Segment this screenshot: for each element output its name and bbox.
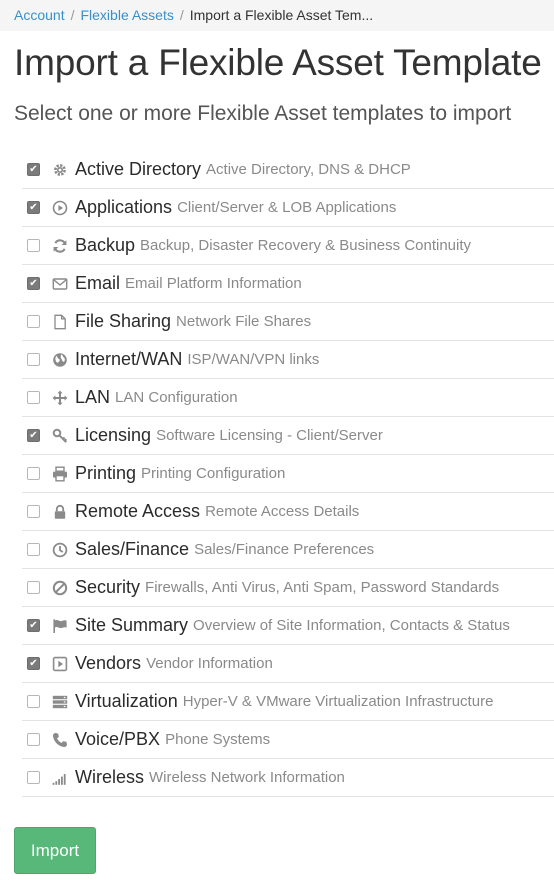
template-name: Wireless — [75, 767, 145, 787]
template-name: LAN — [75, 387, 111, 407]
globe-icon — [51, 351, 69, 369]
template-description: Hyper-V & VMware Virtualization Infrastr… — [182, 693, 494, 710]
template-checkbox[interactable]: ✔ — [27, 581, 40, 594]
signal-bars-icon — [51, 769, 69, 787]
template-name: Sales/Finance — [75, 539, 190, 559]
file-icon — [51, 313, 69, 331]
template-checkbox[interactable]: ✔ — [27, 771, 40, 784]
template-row-vendors[interactable]: ✔ Vendors Vendor Information — [22, 645, 554, 683]
template-row-internet-wan[interactable]: ✔ Internet/WANISP/WAN/VPN links — [22, 341, 554, 379]
template-row-applications[interactable]: ✔ Applications Client/Server & LOB Applica… — [22, 189, 554, 227]
template-name: File Sharing — [75, 311, 172, 331]
template-checkbox[interactable]: ✔ — [27, 277, 40, 290]
template-checkbox[interactable]: ✔ — [27, 505, 40, 518]
envelope-icon — [51, 275, 69, 293]
template-checkbox[interactable]: ✔ — [27, 429, 40, 442]
breadcrumb-account-link[interactable]: Account — [14, 7, 65, 23]
breadcrumb-current: Import a Flexible Asset Tem... — [189, 7, 374, 23]
breadcrumb: Account / Flexible Assets / Import a Flexibl… — [0, 0, 554, 31]
template-name: Vendors — [75, 653, 142, 673]
template-checkbox[interactable]: ✔ — [27, 201, 40, 214]
template-description: Firewalls, Anti Virus, Anti Spam, Passwo… — [145, 579, 500, 596]
template-checkbox[interactable]: ✔ — [27, 619, 40, 632]
template-row-backup[interactable]: ✔ BackupBackup, Disaster Recovery & Busin… — [22, 227, 554, 265]
play-circle-icon — [51, 199, 69, 217]
template-row-printing[interactable]: ✔ PrintingPrinting Configuration — [22, 455, 554, 493]
template-name: Applications — [75, 197, 173, 217]
key-icon — [51, 427, 69, 445]
template-row-sales-finance[interactable]: ✔ Sales/FinanceSales/Finance Preferences — [22, 531, 554, 569]
template-row-lan[interactable]: ✔ LANLAN Configuration — [22, 379, 554, 417]
template-checkbox[interactable]: ✔ — [27, 315, 40, 328]
template-checkbox[interactable]: ✔ — [27, 543, 40, 556]
template-description: LAN Configuration — [115, 389, 238, 406]
gear-icon — [51, 161, 69, 179]
template-description: Backup, Disaster Recovery & Business Con… — [140, 237, 472, 254]
flag-icon — [51, 617, 69, 635]
template-checkbox[interactable]: ✔ — [27, 391, 40, 404]
clock-icon — [51, 541, 69, 559]
breadcrumb-separator: / — [70, 7, 75, 23]
template-description: Active Directory, DNS & DHCP — [206, 161, 411, 178]
template-name: Email — [75, 273, 121, 293]
template-list: ✔ Active Directory Active Directory, DNS &… — [22, 151, 554, 797]
template-row-active-directory[interactable]: ✔ Active Directory Active Directory, DNS &… — [22, 151, 554, 189]
template-name: Voice/PBX — [75, 729, 161, 749]
template-name: Internet/WAN — [75, 349, 183, 369]
template-row-remote-access[interactable]: ✔ Remote AccessRemote Access Details — [22, 493, 554, 531]
template-description: Sales/Finance Preferences — [194, 541, 375, 558]
template-checkbox[interactable]: ✔ — [27, 695, 40, 708]
template-checkbox[interactable]: ✔ — [27, 353, 40, 366]
template-row-file-sharing[interactable]: ✔ File SharingNetwork File Shares — [22, 303, 554, 341]
template-checkbox[interactable]: ✔ — [27, 239, 40, 252]
template-name: Active Directory — [75, 159, 202, 179]
template-checkbox[interactable]: ✔ — [27, 163, 40, 176]
template-description: Network File Shares — [176, 313, 312, 330]
template-description: Client/Server & LOB Applications — [177, 199, 397, 216]
template-description: Software Licensing - Client/Server — [156, 427, 383, 444]
template-description: Remote Access Details — [205, 503, 360, 520]
template-name: Licensing — [75, 425, 152, 445]
printer-icon — [51, 465, 69, 483]
play-square-icon — [51, 655, 69, 673]
template-row-wireless[interactable]: ✔ WirelessWireless Network Information — [22, 759, 554, 797]
template-description: ISP/WAN/VPN links — [187, 351, 320, 368]
template-checkbox[interactable]: ✔ — [27, 733, 40, 746]
template-name: Security — [75, 577, 141, 597]
template-checkbox[interactable]: ✔ — [27, 467, 40, 480]
template-description: Email Platform Information — [125, 275, 302, 292]
template-name: Site Summary — [75, 615, 189, 635]
template-row-email[interactable]: ✔ Email Email Platform Information — [22, 265, 554, 303]
template-description: Phone Systems — [165, 731, 271, 748]
template-name: Printing — [75, 463, 137, 483]
template-name: Remote Access — [75, 501, 201, 521]
template-checkbox[interactable]: ✔ — [27, 657, 40, 670]
template-row-licensing[interactable]: ✔ Licensing Software Licensing - Client/Se… — [22, 417, 554, 455]
template-description: Wireless Network Information — [149, 769, 345, 786]
page-subtitle: Select one or more Flexible Asset templa… — [14, 102, 512, 125]
template-description: Vendor Information — [146, 655, 273, 672]
template-name: Virtualization — [75, 691, 178, 711]
import-button[interactable]: Import — [14, 827, 96, 874]
breadcrumb-separator: / — [179, 7, 184, 23]
lock-icon — [51, 503, 69, 521]
template-row-voice-pbx[interactable]: ✔ Voice/PBXPhone Systems — [22, 721, 554, 759]
template-description: Printing Configuration — [141, 465, 286, 482]
phone-icon — [51, 731, 69, 749]
arrows-move-icon — [51, 389, 69, 407]
breadcrumb-flexible-assets-link[interactable]: Flexible Assets — [80, 7, 173, 23]
template-row-security[interactable]: ✔ SecurityFirewalls, Anti Virus, Anti Spa… — [22, 569, 554, 607]
template-row-site-summary[interactable]: ✔ Site Summary Overview of Site Informatio… — [22, 607, 554, 645]
page-title: Import a Flexible Asset Template — [14, 42, 542, 83]
ban-icon — [51, 579, 69, 597]
template-name: Backup — [75, 235, 136, 255]
template-row-virtualization[interactable]: ✔ VirtualizationHyper-V & VMware Virtuali… — [22, 683, 554, 721]
refresh-icon — [51, 237, 69, 255]
server-icon — [51, 693, 69, 711]
template-description: Overview of Site Information, Contacts &… — [193, 617, 510, 634]
